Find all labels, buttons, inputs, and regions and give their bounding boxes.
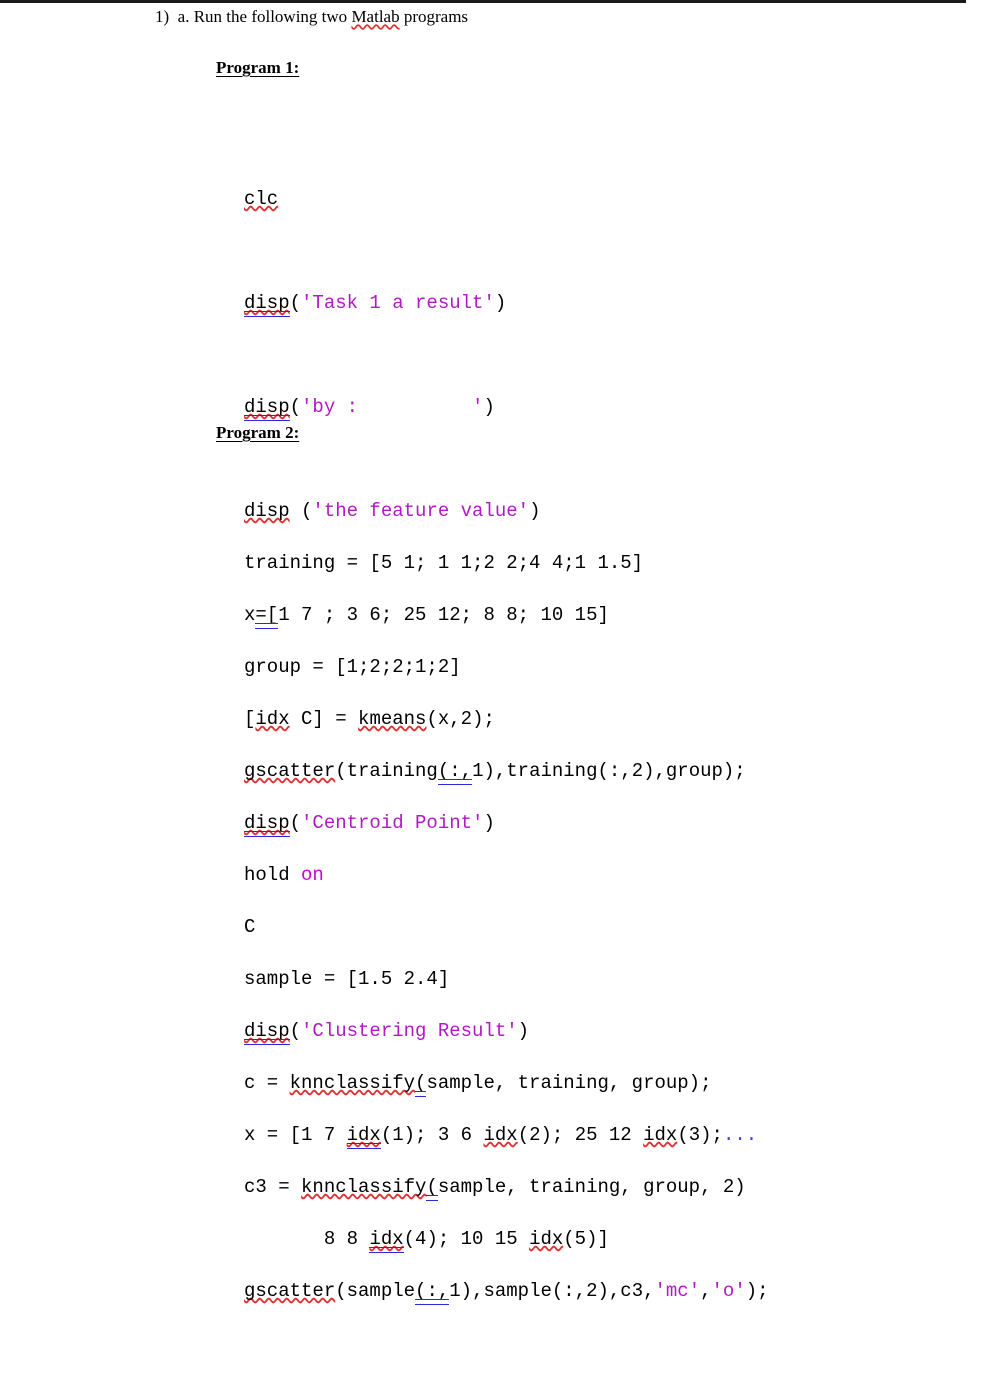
code-function-knnclassify: knnclassify [301,1176,427,1198]
question-number: 1) [155,7,170,26]
question-text-after: programs [399,7,469,26]
code-text: 1),training(:,2),group); [472,760,746,782]
code-text: c3 = [244,1176,302,1198]
program-2-heading: Program 2: [216,423,300,442]
code-comma: , [700,1280,712,1302]
code-function-disp: disp [244,396,290,421]
code-string: 'o' [711,1280,746,1302]
code-line: gscatter(training(:,1),training(:,2),gro… [244,758,769,785]
code-sample-assignment: sample = [1.5 2.4] [244,968,450,990]
page-top-rule [0,0,966,3]
question-sub-letter: a. [177,7,190,26]
code-line: gscatter(sample(:,1),sample(:,2),c3,'mc'… [244,1278,769,1305]
question-text-before: Run the following two [193,7,352,26]
code-text: c = [244,1072,290,1094]
code-paren: ( [426,1176,439,1201]
code-colon-index: (:, [415,1280,450,1305]
code-line: sample = [1.5 2.4] [244,966,769,992]
question-line: 1) a. Run the following two Matlab progr… [155,6,468,28]
code-function-knnclassify: knnclassify [289,1072,416,1094]
code-line: clc [244,186,757,212]
code-text: ); [745,1280,769,1302]
document-page: 1) a. Run the following two Matlab progr… [0,0,989,1305]
program-2-code-block: training = [5 1; 1 1;2 2;4 4;1 1.5] grou… [244,472,769,1382]
code-training-assignment: training = [5 1; 1 1;2 2;4 4;1 1.5] [244,552,644,574]
code-paren: ) [483,396,495,418]
code-args: sample, training, group, 2) [437,1176,746,1198]
code-keyword-on: on [301,864,324,886]
code-paren: ( [415,1072,427,1097]
code-paren: ) [494,292,507,314]
code-text: (training [335,760,438,782]
code-paren: ( [289,292,302,314]
code-line: disp('by : ') [244,394,757,421]
question-number-gap [169,7,178,26]
code-line: c = knnclassify(sample, training, group)… [244,1070,769,1097]
code-line: disp('Task 1 a result') [244,290,757,317]
code-string: 'by : ' [301,396,484,418]
code-line: c3 = knnclassify(sample, training, group… [244,1174,769,1201]
code-command: clc [244,188,279,210]
code-string: 'Task 1 a result' [301,292,495,314]
code-line: hold on [244,862,769,888]
code-colon-index: (:, [437,760,473,785]
code-line: group = [1;2;2;1;2] [244,654,769,680]
code-text: (sample [335,1280,416,1302]
code-string: 'mc' [654,1280,701,1302]
program-1-heading: Program 1: [216,58,300,77]
code-function-disp: disp [244,292,290,317]
question-misspelled-word: Matlab [351,7,400,26]
code-paren: ( [289,396,302,418]
code-function-gscatter: gscatter [244,1280,336,1302]
code-args: sample, training, group); [426,1072,712,1094]
code-group-assignment: group = [1;2;2;1;2] [244,656,461,678]
code-line: training = [5 1; 1 1;2 2;4 4;1 1.5] [244,550,769,576]
code-function-gscatter: gscatter [244,760,336,782]
code-text: 1),sample(:,2),c3, [449,1280,655,1302]
code-command-hold: hold [244,864,302,886]
